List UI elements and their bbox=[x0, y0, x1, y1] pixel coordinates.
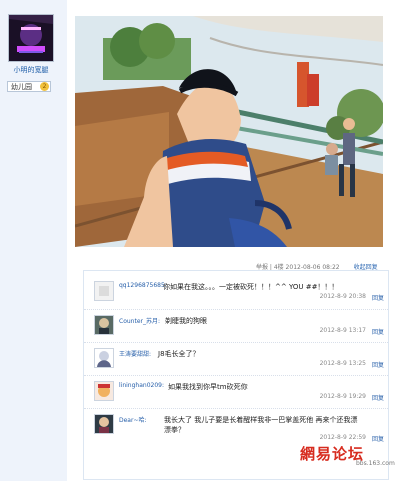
avatar-image bbox=[9, 15, 53, 61]
avatar-image bbox=[95, 349, 113, 367]
post-photo bbox=[75, 16, 383, 247]
comment-username[interactable]: Dear~哈: bbox=[119, 415, 147, 424]
boy-photo bbox=[75, 16, 383, 247]
comment-username[interactable]: Counter_苏月: bbox=[119, 316, 160, 325]
comment-item: 王涛要甜甜: J8毛长全了？ 2012-8-9 13:25 回复 bbox=[84, 342, 388, 373]
comment-reply-link[interactable]: 回复 bbox=[372, 327, 384, 336]
comment-text: 你如果在我这。。。一定被砍死！！！^^ YOU ##！！！ bbox=[163, 283, 339, 291]
comment-text: 剃睫我的狗眼 bbox=[165, 317, 207, 325]
comment-time: 2012-8-9 13:25 bbox=[319, 360, 366, 367]
comment-time: 2012-8-9 13:17 bbox=[319, 327, 366, 334]
comment-item: qq1296875685: 你如果在我这。。。一定被砍死！！！^^ YOU ##… bbox=[84, 276, 388, 306]
comment-time: 2012-8-9 20:38 bbox=[319, 293, 366, 300]
user-rank: 幼儿园 2 bbox=[7, 81, 51, 92]
netease-watermark: 網易论坛 bbs.163.com bbox=[300, 443, 395, 467]
avatar-image bbox=[95, 316, 113, 334]
comment-time: 2012-8-9 22:59 bbox=[319, 434, 366, 441]
comment-item: Counter_苏月: 剃睫我的狗眼 2012-8-9 13:17 回复 bbox=[84, 309, 388, 340]
comment-avatar[interactable] bbox=[94, 381, 114, 401]
watermark-domain: bbs.163.com bbox=[356, 460, 395, 467]
avatar-image bbox=[95, 382, 113, 400]
avatar-placeholder-icon bbox=[95, 282, 113, 300]
comment-time: 2012-8-9 19:29 bbox=[319, 393, 366, 400]
watermark-brand-a: 網易 bbox=[300, 445, 333, 463]
comment-reply-link[interactable]: 回复 bbox=[372, 360, 384, 369]
comment-item: Dear~哈: 我长大了 我儿子要是长着醒样我非一巴掌盖死他 再来个还我漂漂拳？… bbox=[84, 408, 388, 443]
avatar-image bbox=[95, 415, 113, 433]
comment-item: lininghan0209: 如果我找到你早tm砍死你 2012-8-9 19:… bbox=[84, 375, 388, 406]
comment-reply-link[interactable]: 回复 bbox=[372, 434, 384, 443]
comment-avatar[interactable] bbox=[94, 414, 114, 434]
rank-badge-icon: 2 bbox=[40, 82, 49, 91]
comment-username[interactable]: lininghan0209: bbox=[119, 382, 164, 389]
comment-avatar[interactable] bbox=[94, 281, 114, 301]
comment-username[interactable]: qq1296875685: bbox=[119, 282, 167, 289]
comment-reply-link[interactable]: 回复 bbox=[372, 393, 384, 402]
user-sidebar: 小明的宽腿 幼儿园 2 bbox=[0, 0, 68, 481]
comment-avatar[interactable] bbox=[94, 315, 114, 335]
comment-username[interactable]: 王涛要甜甜: bbox=[119, 349, 151, 358]
comment-text: J8毛长全了？ bbox=[158, 350, 200, 358]
username-link[interactable]: 小明的宽腿 bbox=[0, 65, 62, 75]
user-avatar[interactable] bbox=[8, 14, 54, 62]
comment-text: 如果我找到你早tm砍死你 bbox=[168, 383, 248, 391]
comment-text: 我长大了 我儿子要是长着醒样我非一巴掌盖死他 再来个还我漂漂拳？ bbox=[164, 416, 358, 434]
comment-avatar[interactable] bbox=[94, 348, 114, 368]
rank-label: 幼儿园 bbox=[11, 83, 32, 91]
comment-reply-link[interactable]: 回复 bbox=[372, 293, 384, 302]
